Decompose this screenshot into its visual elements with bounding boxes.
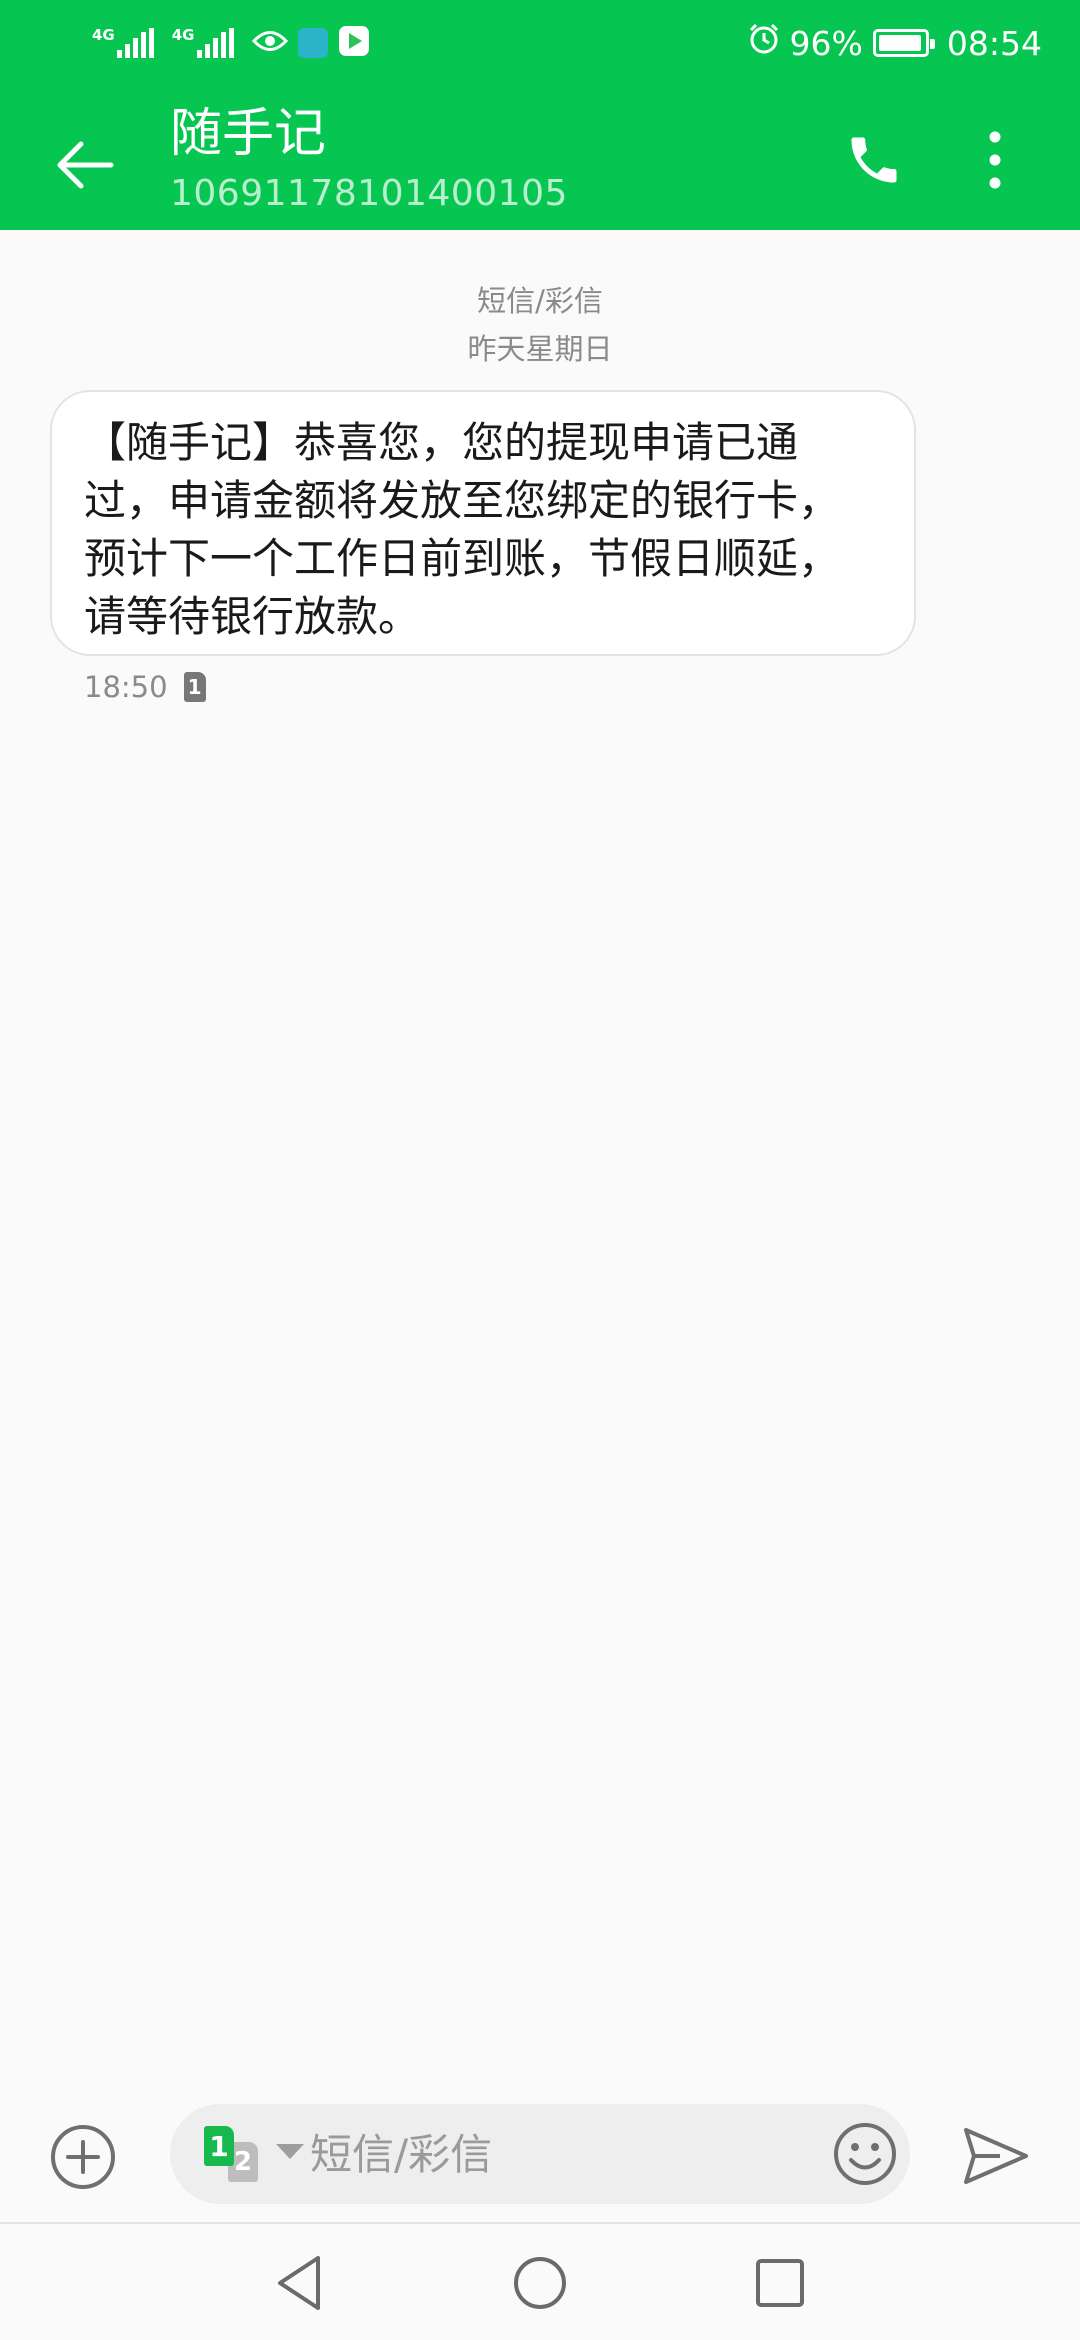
nav-recent-icon <box>756 2259 804 2307</box>
sim-card-icon: 1 <box>183 672 206 702</box>
message-input[interactable] <box>310 2118 790 2190</box>
call-button[interactable] <box>834 120 914 200</box>
network-type-2: 4G <box>171 26 195 44</box>
network-type-1: 4G <box>92 26 115 44</box>
send-icon <box>964 2128 1028 2184</box>
add-attachment-button[interactable] <box>48 2122 118 2192</box>
add-circle-icon <box>51 2125 115 2189</box>
signal-icon: 4G <box>92 28 154 58</box>
status-right-icons: 96% 08:54 <box>748 20 1042 66</box>
battery-percent: 96% <box>789 23 863 63</box>
back-arrow-icon <box>57 141 114 189</box>
more-vert-icon <box>989 131 1001 189</box>
sim-switch-button[interactable]: 2 1 <box>204 2126 264 2182</box>
app-bar: 随手记 10691178101400105 <box>0 84 1080 230</box>
app-notification-icon <box>297 28 328 58</box>
status-bar: 4G 4G 96% 08:54 <box>0 0 1080 84</box>
nav-recent-button[interactable] <box>750 2252 810 2314</box>
composer: 2 1 <box>0 2090 1080 2220</box>
message-type-label: 短信/彩信 <box>477 284 603 318</box>
message-time: 18:50 <box>84 670 168 704</box>
back-button[interactable] <box>40 120 130 210</box>
emoji-icon <box>834 2123 896 2185</box>
video-app-icon <box>338 25 370 61</box>
signal-icon: 4G <box>172 28 234 58</box>
emoji-button[interactable] <box>832 2121 898 2187</box>
message-input-box: 2 1 <box>170 2104 910 2204</box>
nav-home-button[interactable] <box>510 2252 570 2314</box>
message-text: 【随手记】恭喜您，您的提现申请已通过，申请金额将发放至您绑定的银行卡，预计下一个… <box>84 418 841 641</box>
contact-number: 10691178101400105 <box>170 173 568 214</box>
nav-home-icon <box>514 2257 566 2309</box>
send-button[interactable] <box>960 2120 1032 2192</box>
nav-back-icon <box>278 2256 320 2310</box>
header: 4G 4G 96% 08:54 随手记 10691178101400105 <box>0 0 1080 230</box>
phone-icon <box>851 137 897 183</box>
alarm-icon <box>748 23 780 63</box>
contact-name: 随手记 <box>170 104 327 164</box>
status-left-icons: 4G 4G <box>92 20 370 66</box>
nav-back-button[interactable] <box>270 2252 330 2314</box>
sim-1-icon: 1 <box>204 2126 234 2166</box>
message-meta: 18:50 1 <box>84 670 206 704</box>
navigation-bar <box>0 2224 1080 2340</box>
clock: 08:54 <box>946 23 1042 63</box>
battery-icon <box>872 29 935 57</box>
eye-icon <box>251 28 288 58</box>
message-bubble[interactable]: 【随手记】恭喜您，您的提现申请已通过，申请金额将发放至您绑定的银行卡，预计下一个… <box>50 390 916 656</box>
date-separator: 昨天星期日 <box>467 332 613 366</box>
more-options-button[interactable] <box>960 120 1030 200</box>
chevron-down-icon[interactable] <box>276 2144 304 2159</box>
